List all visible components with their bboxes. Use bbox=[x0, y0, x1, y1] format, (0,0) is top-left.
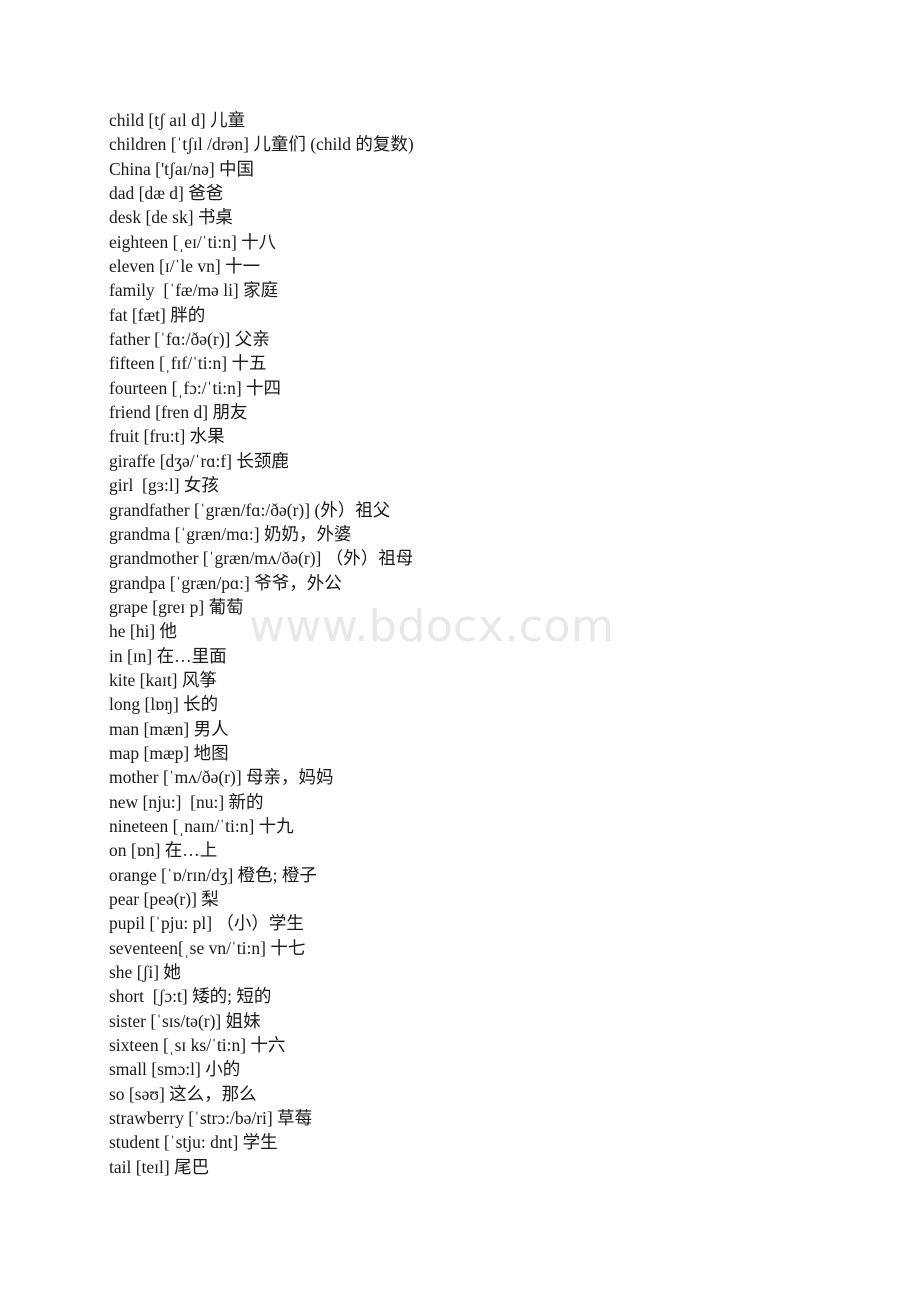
vocabulary-entry: grape [greɪ p] 葡萄 bbox=[109, 596, 244, 617]
vocabulary-entry: dad [dæ d] 爸爸 bbox=[109, 183, 224, 204]
vocabulary-entry: sister [ˈsɪs/tə(r)] 姐妹 bbox=[109, 1010, 261, 1031]
vocabulary-entry: student [ˈstju: dnt] 学生 bbox=[109, 1132, 278, 1153]
vocabulary-entry: fat [fæt] 胖的 bbox=[109, 304, 206, 325]
vocabulary-entry: desk [de sk] 书桌 bbox=[109, 207, 233, 228]
vocabulary-entry: giraffe [dʒə/ˈrɑ:f] 长颈鹿 bbox=[109, 450, 289, 471]
vocabulary-entry: seventeen[ˌse vn/ˈti:n] 十七 bbox=[109, 937, 306, 958]
vocabulary-entry: children [ˈtʃɪl /drən] 儿童们 (child 的复数) bbox=[109, 134, 414, 155]
vocabulary-entry: child [tʃ aɪl d] 儿童 bbox=[109, 110, 246, 130]
document-page: www.bdocx.com child [tʃ aɪl d] 儿童 childre… bbox=[0, 0, 920, 1302]
vocabulary-entry: girl [gɜ:l] 女孩 bbox=[109, 475, 219, 496]
vocabulary-entry: small [smɔ:l] 小的 bbox=[109, 1059, 241, 1080]
vocabulary-entry: nineteen [ˌnaɪn/ˈti:n] 十九 bbox=[109, 815, 294, 836]
vocabulary-entry: long [lɒŋ] 长的 bbox=[109, 694, 219, 715]
vocabulary-entry: China ['tʃaɪ/nə] 中国 bbox=[109, 158, 255, 179]
vocabulary-entry: kite [kaɪt] 风筝 bbox=[109, 669, 217, 690]
vocabulary-entry: family [ˈfæ/mə li] 家庭 bbox=[109, 280, 279, 301]
vocabulary-entry: eighteen [ˌeɪ/ˈti:n] 十八 bbox=[109, 231, 277, 252]
vocabulary-entry: short [ʃɔ:t] 矮的; 短的 bbox=[109, 986, 272, 1007]
vocabulary-entry: man [mæn] 男人 bbox=[109, 718, 229, 739]
vocabulary-entry: grandpa [ˈgræn/pɑ:] 爷爷，外公 bbox=[109, 572, 342, 593]
vocabulary-entry: on [ɒn] 在…上 bbox=[109, 840, 218, 861]
vocabulary-entry-list: child [tʃ aɪl d] 儿童 children [ˈtʃɪl /drən… bbox=[109, 108, 869, 1179]
vocabulary-entry: friend [fren d] 朋友 bbox=[109, 402, 248, 423]
vocabulary-entry: eleven [ɪ/ˈle vn] 十一 bbox=[109, 256, 261, 277]
vocabulary-entry: grandma [ˈgræn/mɑ:] 奶奶，外婆 bbox=[109, 523, 352, 544]
vocabulary-entry: pupil [ˈpju: pl] （小）学生 bbox=[109, 913, 304, 934]
vocabulary-entry: sixteen [ˌsɪ ks/ˈti:n] 十六 bbox=[109, 1035, 286, 1056]
vocabulary-entry: she [ʃi] 她 bbox=[109, 962, 181, 983]
vocabulary-entry: mother [ˈmʌ/ðə(r)] 母亲，妈妈 bbox=[109, 767, 334, 788]
vocabulary-entry: orange [ˈɒ/rɪn/dʒ] 橙色; 橙子 bbox=[109, 864, 317, 885]
vocabulary-entry: new [nju:] [nu:] 新的 bbox=[109, 791, 264, 812]
vocabulary-entry: father [ˈfɑ:/ðə(r)] 父亲 bbox=[109, 329, 270, 350]
vocabulary-entry: pear [peə(r)] 梨 bbox=[109, 889, 219, 909]
vocabulary-entry: strawberry [ˈstrɔ:/bə/ri] 草莓 bbox=[109, 1108, 313, 1129]
vocabulary-entry: grandmother [ˈgræn/mʌ/ðə(r)] （外）祖母 bbox=[109, 548, 414, 569]
vocabulary-entry: he [hi] 他 bbox=[109, 621, 178, 642]
vocabulary-entry: fifteen [ˌfɪf/ˈti:n] 十五 bbox=[109, 353, 267, 374]
vocabulary-entry: fourteen [ˌfɔ:/ˈti:n] 十四 bbox=[109, 377, 282, 398]
vocabulary-entry: grandfather [ˈgræn/fɑ:/ðə(r)] (外）祖父 bbox=[109, 499, 391, 520]
vocabulary-entry: in [ɪn] 在…里面 bbox=[109, 645, 227, 666]
vocabulary-entry: fruit [fru:t] 水果 bbox=[109, 426, 225, 447]
vocabulary-entry: tail [teɪl] 尾巴 bbox=[109, 1156, 210, 1177]
vocabulary-entry: map [mæp] 地图 bbox=[109, 742, 229, 763]
vocabulary-entry: so [səʊ] 这么，那么 bbox=[109, 1083, 257, 1104]
